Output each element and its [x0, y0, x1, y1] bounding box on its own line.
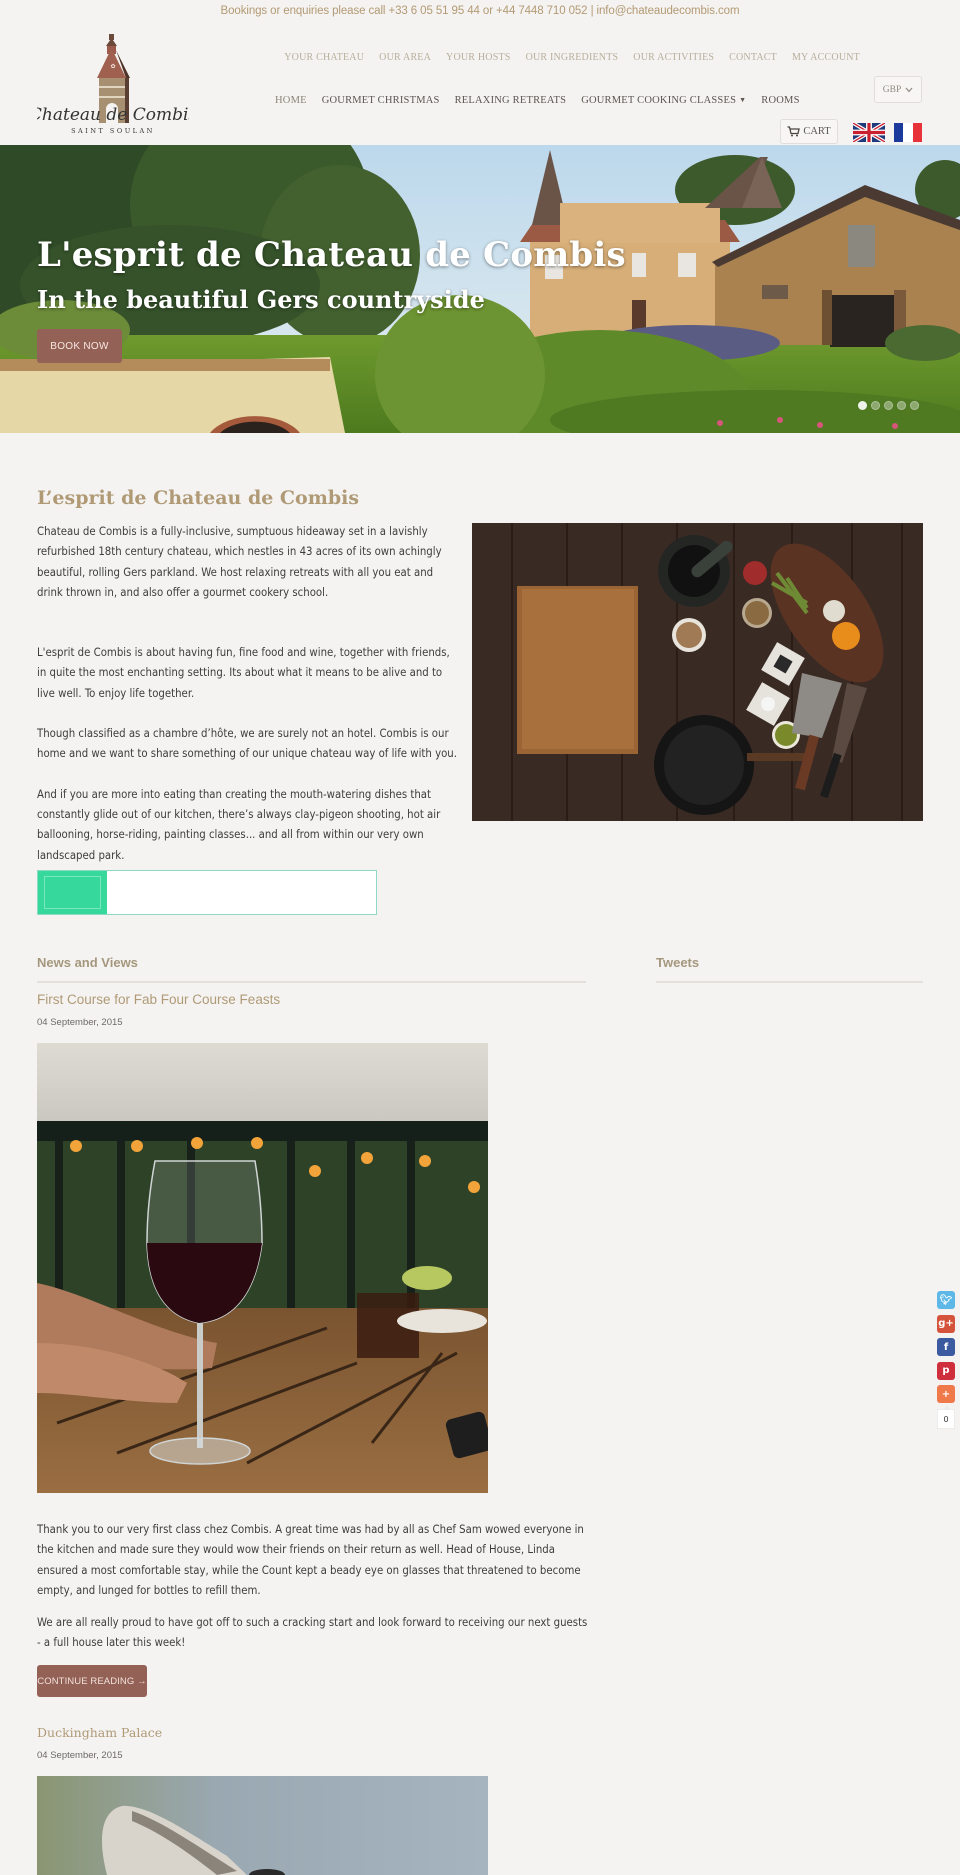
twitter-icon: 🐦︎	[939, 1294, 953, 1306]
hero-subtitle: In the beautiful Gers countryside	[37, 285, 485, 314]
svg-text:SAINT SOULAN: SAINT SOULAN	[71, 127, 155, 135]
dropdown-caret-icon: ▼	[739, 96, 747, 104]
news-divider	[37, 981, 586, 983]
nav-gourmet-cooking-classes-label: GOURMET COOKING CLASSES	[581, 95, 737, 106]
nav-our-area[interactable]: OUR AREA	[379, 52, 431, 63]
currency-select[interactable]: GBP	[874, 76, 922, 103]
post-date: 04 September, 2015	[37, 1017, 123, 1028]
slide-dot-5[interactable]	[910, 401, 919, 410]
cart-label: CART	[803, 126, 831, 137]
twitter-share-button[interactable]: 🐦︎	[937, 1291, 955, 1309]
nav-our-activities[interactable]: OUR ACTIVITIES	[633, 52, 714, 63]
nav-relaxing-retreats[interactable]: RELAXING RETREATS	[455, 95, 567, 106]
slide-dot-3[interactable]	[884, 401, 893, 410]
post-excerpt: Thank you to our very first class chez C…	[37, 1520, 592, 1666]
post-title[interactable]: First Course for Fab Four Course Feasts	[37, 992, 280, 1007]
slider-pagination	[858, 401, 919, 410]
nav-your-hosts[interactable]: YOUR HOSTS	[446, 52, 511, 63]
hero-title: L'esprit de Chateau de Combis	[37, 235, 626, 275]
booking-widget[interactable]	[37, 870, 377, 915]
post-paragraph: Thank you to our very first class chez C…	[37, 1523, 584, 1597]
duck-illustration	[37, 1776, 488, 1875]
nav-your-chateau[interactable]: YOUR CHATEAU	[284, 52, 364, 63]
facebook-icon: f	[943, 1341, 949, 1353]
wine-illustration	[37, 1043, 488, 1493]
contact-text: Bookings or enquiries please call +33 6 …	[220, 5, 740, 17]
nav-our-ingredients[interactable]: OUR INGREDIENTS	[526, 52, 619, 63]
widget-badge-frame	[44, 876, 101, 909]
uk-flag-icon[interactable]	[853, 123, 885, 142]
pinterest-icon: p	[942, 1365, 950, 1376]
intro-text: Chateau de Combis is a fully-inclusive, …	[37, 522, 457, 886]
intro-paragraph: Though classified as a chambre d’hôte, w…	[37, 727, 457, 761]
share-count: 0	[937, 1405, 955, 1429]
facebook-share-button[interactable]: f	[937, 1338, 955, 1356]
currency-value: GBP	[882, 84, 902, 95]
post-paragraph: We are all really proud to have got off …	[37, 1616, 588, 1650]
secondary-nav: YOUR CHATEAU OUR AREA YOUR HOSTS OUR ING…	[284, 52, 860, 63]
social-share-bar: 🐦︎ g+ f p + 0	[937, 1291, 956, 1429]
slide-dot-1[interactable]	[858, 401, 867, 410]
widget-badge	[38, 871, 107, 914]
intro-paragraph: Chateau de Combis is a fully-inclusive, …	[37, 525, 442, 599]
nav-gourmet-cooking-classes[interactable]: GOURMET COOKING CLASSES ▼	[581, 95, 746, 106]
site-logo[interactable]: ✿ Chateau de Combis SAINT SOULAN	[37, 34, 189, 136]
post-title[interactable]: Duckingham Palace	[37, 1725, 162, 1740]
nav-gourmet-christmas[interactable]: GOURMET CHRISTMAS	[322, 95, 440, 106]
site-header: ✿ Chateau de Combis SAINT SOULAN YOUR CH…	[0, 26, 960, 145]
france-flag-icon[interactable]	[894, 123, 922, 142]
kitchen-table-image	[472, 523, 923, 821]
svg-text:Chateau de Combis: Chateau de Combis	[37, 105, 189, 125]
nav-rooms[interactable]: ROOMS	[761, 95, 799, 106]
cart-button[interactable]: CART	[780, 119, 838, 144]
share-more-icon: +	[941, 1388, 951, 1400]
pinterest-share-button[interactable]: p	[937, 1361, 955, 1380]
google-plus-share-button[interactable]: g+	[937, 1314, 955, 1333]
slide-dot-4[interactable]	[897, 401, 906, 410]
primary-nav: HOME GOURMET CHRISTMAS RELAXING RETREATS…	[275, 95, 800, 106]
continue-reading-button[interactable]: CONTINUE READING →	[37, 1665, 147, 1697]
cart-icon	[787, 126, 801, 137]
chevron-down-icon	[905, 87, 913, 92]
contact-bar: Bookings or enquiries please call +33 6 …	[0, 0, 960, 26]
book-now-button[interactable]: BOOK NOW	[37, 329, 122, 363]
svg-text:✿: ✿	[110, 63, 115, 70]
intro-paragraph: And if you are more into eating than cre…	[37, 787, 441, 862]
hero-slider: L'esprit de Chateau de Combis In the bea…	[0, 145, 960, 433]
intro-title: L’esprit de Chateau de Combis	[37, 487, 360, 509]
intro-paragraph: L'esprit de Combis is about having fun, …	[37, 646, 450, 700]
more-share-button[interactable]: +	[937, 1385, 955, 1403]
duck-image[interactable]	[37, 1776, 488, 1875]
news-section-title: News and Views	[37, 955, 138, 970]
slide-dot-2[interactable]	[871, 401, 880, 410]
google-plus-icon: g+	[938, 1318, 954, 1329]
tower-logo-icon: ✿ Chateau de Combis SAINT SOULAN	[37, 34, 189, 135]
kitchen-illustration	[472, 523, 923, 821]
nav-contact[interactable]: CONTACT	[729, 52, 777, 63]
wine-glass-image[interactable]	[37, 1043, 488, 1493]
nav-home[interactable]: HOME	[275, 95, 307, 106]
post-date: 04 September, 2015	[37, 1750, 123, 1761]
nav-my-account[interactable]: MY ACCOUNT	[792, 52, 860, 63]
tweets-section-title: Tweets	[656, 955, 700, 970]
tweets-divider	[656, 981, 923, 983]
